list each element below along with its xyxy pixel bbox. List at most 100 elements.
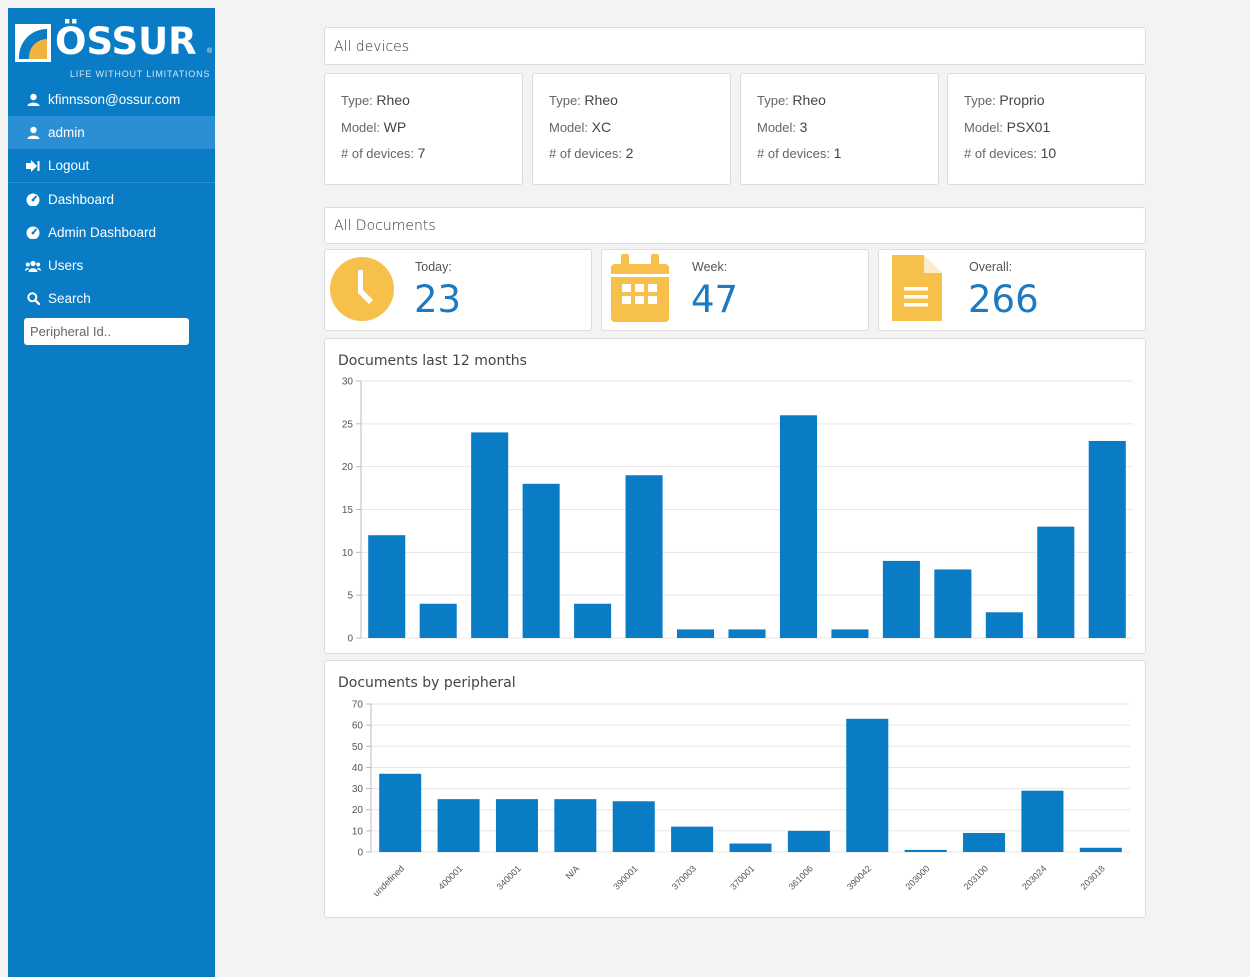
dashboard-icon [24,193,42,207]
documents-last-12-months-chart: 0 5 10 15 20 25 30 [342,377,1133,645]
bar[interactable] [985,612,1023,638]
stat-card-week: Week: 47 [601,249,869,331]
x-tick-label: 390001 [611,863,639,891]
y-tick-label: 15 [342,505,354,516]
search-icon [24,292,42,306]
y-tick-label: 10 [342,548,354,559]
y-tick-label: 60 [352,721,364,732]
stat-value: 47 [691,278,739,321]
ossur-logo[interactable]: ÖSSUR ® LIFE WITHOUT LIMITATIONS [15,18,215,84]
bar[interactable] [728,629,766,638]
sidebar-item-label: admin [48,125,85,140]
all-devices-header: All devices [324,27,1146,65]
bar[interactable] [1037,526,1075,638]
sidebar-item-dashboard[interactable]: Dashboard [8,183,215,216]
x-tick-label: 361006 [787,863,815,891]
user-icon [24,126,42,140]
bar[interactable] [787,830,830,852]
device-card: Type: Rheo Model: WP # of devices: 7 [324,73,523,185]
chart-panel-by-peripheral: Documents by peripheral 0 10 20 30 40 50 60 70 u… [324,660,1146,918]
all-documents-title: All Documents [334,218,436,234]
y-tick-label: 20 [352,805,364,816]
sidebar-item-logout[interactable]: Logout [8,149,215,182]
x-tick-label: undefined [371,863,406,898]
x-tick-label: 400001 [436,863,464,891]
y-tick-label: 0 [347,634,353,645]
sidebar: ÖSSUR ® LIFE WITHOUT LIMITATIONS kfinnss… [8,8,215,977]
device-count: # of devices: 2 [549,145,634,161]
device-card: Type: Rheo Model: 3 # of devices: 1 [740,73,939,185]
bar[interactable] [934,569,972,638]
sidebar-item-label: Logout [48,158,90,173]
y-tick-label: 40 [352,763,364,774]
bar[interactable] [379,773,422,852]
bar[interactable] [612,801,655,852]
sidebar-item-admin-dashboard[interactable]: Admin Dashboard [8,216,215,249]
device-card: Type: Rheo Model: XC # of devices: 2 [532,73,731,185]
bar[interactable] [625,475,663,638]
bar[interactable] [437,799,480,852]
x-tick-label: 370001 [728,863,756,891]
users-icon [24,259,42,273]
bar[interactable] [729,843,772,852]
stat-value: 23 [414,278,462,321]
y-tick-label: 10 [352,826,364,837]
bar[interactable] [419,603,457,638]
device-model: Model: WP [341,118,407,135]
stat-value: 266 [968,278,1039,321]
sidebar-item-label: Dashboard [48,192,115,207]
all-documents-header: All Documents [324,207,1146,244]
bar[interactable] [471,432,509,638]
bar[interactable] [574,603,612,638]
bar[interactable] [1021,790,1064,852]
logo-mark-icon [15,24,51,62]
bar[interactable] [671,826,714,852]
chart-panel-last-12-months: Documents last 12 months 0 5 10 15 20 25 30 [324,338,1146,654]
logout-icon [24,159,42,173]
stat-label: Week: [692,260,728,274]
sidebar-item-user-email[interactable]: kfinnsson@ossur.com [8,83,215,116]
device-model: Model: PSX01 [964,118,1051,135]
logo-registered-mark: ® [207,48,213,55]
bar[interactable] [522,483,560,638]
user-icon [24,93,42,107]
file-icon [892,255,942,326]
y-tick-label: 25 [342,419,354,430]
sidebar-item-admin[interactable]: admin [8,116,215,149]
y-tick-label: 20 [342,462,354,473]
device-type: Type: Rheo [549,92,618,108]
logo-wordmark: ÖSSUR [55,20,197,63]
device-count: # of devices: 7 [341,145,426,161]
bar[interactable] [831,629,869,638]
calendar-icon [611,254,669,327]
x-tick-label: 370003 [670,863,698,891]
y-tick-label: 5 [347,591,353,602]
sidebar-item-users[interactable]: Users [8,249,215,282]
bar[interactable] [779,415,817,638]
bar[interactable] [368,535,406,638]
x-tick-label: 390042 [845,863,873,891]
bar[interactable] [1079,847,1122,852]
bar[interactable] [1088,440,1126,638]
sidebar-item-label: kfinnsson@ossur.com [48,92,181,107]
peripheral-id-search-input[interactable] [24,318,189,345]
y-tick-label: 70 [352,700,364,711]
bar[interactable] [882,560,920,638]
y-tick-label: 30 [342,377,354,388]
bar[interactable] [846,718,889,852]
device-model: Model: XC [549,118,612,135]
bar[interactable] [963,832,1006,852]
y-tick-label: 30 [352,784,364,795]
y-tick-label: 50 [352,742,364,753]
bar[interactable] [904,849,947,852]
bar[interactable] [495,799,538,852]
stat-card-overall: Overall: 266 [878,249,1146,331]
bar[interactable] [554,799,597,852]
sidebar-item-search[interactable]: Search [8,282,215,315]
bar[interactable] [677,629,715,638]
device-model: Model: 3 [757,118,808,135]
device-type: Type: Rheo [341,92,410,108]
stat-card-today: Today: 23 [324,249,592,331]
device-count: # of devices: 1 [757,145,842,161]
documents-by-peripheral-chart: 0 10 20 30 40 50 60 70 undefined 400001 340001 N/A 3… [352,700,1130,898]
